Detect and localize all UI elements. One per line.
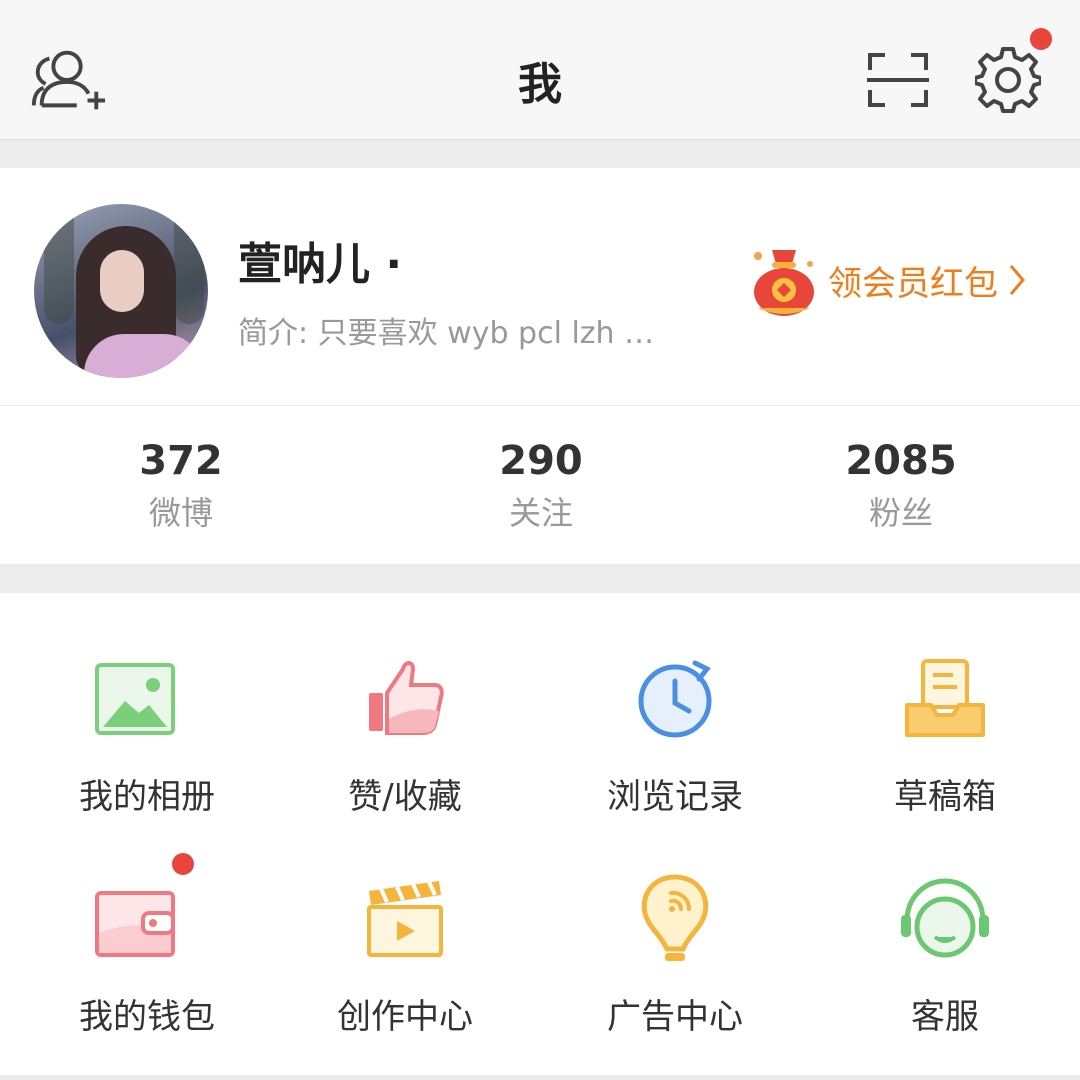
menu-item-label: 我的钱包 [79,997,215,1037]
red-packet-bag-icon [754,250,814,316]
stat-followers[interactable]: 2085 粉丝 [801,438,1001,534]
menu-item-customer-service[interactable]: 客服 [810,813,1080,1037]
menu-item-label: 客服 [911,997,979,1037]
wallet-icon [95,891,175,957]
stat-following-label: 关注 [508,494,573,532]
menu-item-ad-center[interactable]: 广告中心 [540,813,810,1037]
feature-grid: 我的相册 赞/收藏 浏览记录 草稿箱 我的钱包 创作中心 广告中心 客服 [0,593,1080,1075]
chevron-right-icon [1009,265,1025,295]
thumbs-up-icon [369,661,444,735]
menu-item-history[interactable]: 浏览记录 [540,593,810,817]
menu-item-album[interactable]: 我的相册 [0,593,270,817]
top-bar: 我 [0,0,1080,140]
menu-item-likes[interactable]: 赞/收藏 [270,593,540,817]
stat-following[interactable]: 290 关注 [441,438,641,534]
menu-item-label: 草稿箱 [894,777,996,817]
headset-icon [901,878,989,958]
album-icon [95,663,175,735]
wallet-notification-dot [172,853,194,875]
user-bio[interactable]: 简介: 只要喜欢 wyb pcl lzh … [238,308,654,352]
menu-item-label: 浏览记录 [607,777,743,817]
profile-card[interactable]: 萱呐儿 · 简介: 只要喜欢 wyb pcl lzh … 领会员红包 372 微… [0,168,1080,564]
vip-red-packet-button[interactable]: 领会员红包 [748,240,1026,320]
gear-icon [975,47,1041,113]
user-name[interactable]: 萱呐儿 · [238,228,402,292]
drafts-icon [905,659,985,737]
stat-posts[interactable]: 372 微博 [81,438,281,534]
menu-item-label: 创作中心 [337,997,473,1037]
stat-followers-value: 2085 [845,438,957,484]
scan-button[interactable] [858,40,938,120]
menu-item-creator-center[interactable]: 创作中心 [270,813,540,1037]
menu-item-label: 我的相册 [79,777,215,817]
menu-item-drafts[interactable]: 草稿箱 [810,593,1080,817]
lightbulb-icon [641,874,709,961]
stat-followers-label: 粉丝 [868,494,933,532]
vip-red-packet-label: 领会员红包 [828,263,998,304]
stat-posts-label: 微博 [148,494,213,532]
avatar[interactable] [34,204,208,378]
menu-item-label: 广告中心 [607,997,743,1037]
menu-item-label: 赞/收藏 [348,777,462,817]
settings-notification-dot [1030,28,1052,50]
divider [0,405,1080,406]
menu-item-wallet[interactable]: 我的钱包 [0,813,270,1037]
settings-button[interactable] [968,40,1048,120]
clapperboard-icon [367,881,443,957]
stat-posts-value: 372 [139,438,223,484]
history-icon [638,660,712,738]
stat-following-value: 290 [499,438,583,484]
scan-icon [867,53,929,107]
